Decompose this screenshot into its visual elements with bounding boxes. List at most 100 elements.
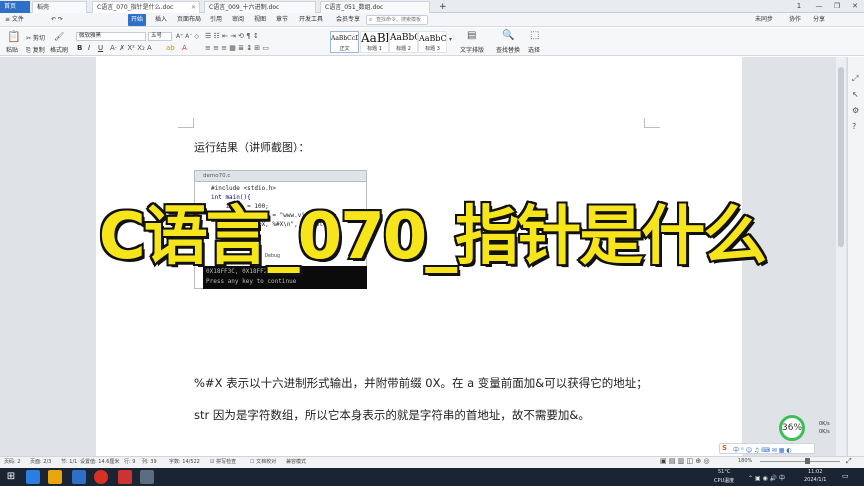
pointer-icon[interactable]: ↖ — [852, 91, 859, 99]
console-line: Press any key to continue — [206, 278, 297, 285]
bold-button[interactable]: B — [77, 44, 82, 52]
collapse-icon[interactable]: ⤢ — [852, 75, 858, 83]
menu-insert[interactable]: 插入 — [152, 14, 170, 26]
spell-check-label: 拼写检查 — [216, 459, 237, 465]
ime-tool-icons[interactable]: 中 ° ☺ ♫ ⌨ ✉ ▦ ◐ — [733, 445, 792, 454]
app-icon[interactable] — [94, 470, 108, 484]
scroll-thumb[interactable] — [838, 67, 844, 247]
menu-chapter[interactable]: 章节 — [273, 14, 291, 26]
zoom-level[interactable]: 180% — [738, 458, 752, 464]
font-effects-icon[interactable]: A· ✗ X² X₂ A — [110, 44, 152, 52]
body-paragraph: %#X 表示以十六进制形式输出，并附带前缀 0X。在 a 变量前面加&可以获得它… — [194, 376, 648, 390]
input-method-toolbar[interactable]: S 中 ° ☺ ♫ ⌨ ✉ ▦ ◐ — [719, 443, 815, 454]
menu-developer[interactable]: 开发工具 — [296, 14, 326, 26]
list-indent-icons[interactable]: ☰ ☷ ⇤ ⇥ ⟲ ¶ ↕ — [205, 32, 259, 40]
view-mode-icons[interactable]: ▣ ▤ ▥ ◫ ⊕ ◎ — [660, 457, 710, 465]
text-layout-icon[interactable]: ▤ — [467, 31, 476, 41]
font-name-select[interactable]: 微软雅黑 — [76, 32, 146, 41]
menu-view[interactable]: 视图 — [251, 14, 269, 26]
sync-status[interactable]: 未同步 — [752, 14, 776, 26]
doc-check-button[interactable]: ☐ 文档校对 — [250, 458, 276, 465]
sogou-icon: S — [722, 444, 728, 452]
status-words[interactable]: 字数: 14/522 — [169, 458, 200, 465]
menu-references[interactable]: 引用 — [207, 14, 225, 26]
style-heading-3[interactable]: AaBbC 标题 3 — [418, 31, 447, 53]
font-size-select[interactable]: 五号 — [148, 32, 172, 41]
code-line: #include <stdio.h> — [211, 185, 277, 192]
windows-start-icon[interactable]: ⊞ — [4, 470, 18, 484]
body-paragraph: str 因为是字符数组，所以它本身表示的就是字符串的首地址，故不需要加&。 — [194, 408, 590, 422]
minimize-button[interactable]: — — [812, 1, 826, 12]
undo-icon[interactable]: ↶ ↷ — [48, 14, 66, 26]
status-row: 行: 9 — [124, 459, 136, 465]
brush-icon[interactable]: 🖌 — [54, 33, 64, 41]
tab-document[interactable]: C语言_009_十六进制.doc — [204, 1, 316, 13]
wps-icon[interactable] — [118, 470, 132, 484]
performance-gauge[interactable]: 36% — [779, 415, 805, 441]
style-normal[interactable]: AaBbCcDd 正文 — [330, 31, 359, 53]
collaborate-button[interactable]: 协作 — [786, 14, 804, 26]
style-name: 标题 2 — [396, 46, 411, 52]
style-preview: AaBl — [361, 32, 388, 45]
copy-button[interactable]: ⎘ 复制 — [26, 45, 45, 55]
tab-document-active[interactable]: C语言_070_指针是什么.doc ✕ — [92, 1, 200, 13]
menu-page-layout[interactable]: 页面布局 — [174, 14, 204, 26]
select-icon[interactable]: ⬚ — [530, 31, 539, 41]
zoom-fit-icon[interactable]: ⤢ — [846, 457, 852, 466]
badge-icon[interactable]: 1 — [792, 1, 806, 12]
vertical-scrollbar[interactable] — [836, 57, 846, 456]
share-button[interactable]: 分享 — [810, 14, 828, 26]
clock-date[interactable]: 2024/1/1 — [804, 477, 826, 483]
style-heading-1[interactable]: AaBl 标题 1 — [360, 31, 389, 53]
zoom-slider[interactable] — [760, 461, 840, 462]
command-search-input[interactable]: ⌕ 查找命令、搜索模板 — [366, 15, 428, 25]
folder-icon[interactable] — [48, 470, 62, 484]
right-side-panel: ⤢ ↖ ⚙ ? — [847, 57, 864, 456]
highlight-icon[interactable]: ab — [166, 44, 175, 52]
new-tab-button[interactable]: + — [435, 1, 451, 13]
menu-file[interactable]: ≡ 文件 — [2, 14, 27, 26]
font-color-icon[interactable]: A — [182, 44, 187, 52]
underline-button[interactable]: U — [98, 44, 103, 52]
clock-time[interactable]: 11:02 — [808, 469, 822, 475]
italic-button[interactable]: I — [88, 44, 90, 52]
doc-check-label: 文档校对 — [256, 459, 277, 465]
app-icon[interactable] — [26, 470, 40, 484]
tab-document[interactable]: C语言_051_数组.doc — [320, 1, 430, 13]
status-section: 节: 1/1 — [61, 459, 78, 465]
cut-button[interactable]: ✂ 剪切 — [26, 33, 45, 42]
settings-icon[interactable]: ⚙ — [852, 107, 859, 115]
find-replace-button[interactable]: 查找替换 — [496, 45, 520, 54]
align-icons[interactable]: ≡ ≡ ≡ ▦ ≣ ↨ ⊞ ▭ — [205, 44, 269, 52]
maximize-button[interactable]: ❐ — [830, 1, 844, 12]
style-name: 标题 3 — [425, 46, 440, 52]
tab-home[interactable]: 首页 — [0, 1, 30, 13]
text-layout-button[interactable]: 文字排版 — [460, 45, 484, 54]
style-heading-2[interactable]: AaBbC 标题 2 — [389, 31, 418, 53]
format-painter-button[interactable]: 格式刷 — [50, 45, 68, 54]
spell-check-toggle[interactable]: ☑ 拼写检查 — [210, 458, 236, 465]
help-icon[interactable]: ? — [852, 123, 856, 131]
select-button[interactable]: 选择 — [528, 45, 540, 54]
video-title-overlay: C语言_070_指针是什么 — [97, 198, 770, 276]
paste-icon[interactable]: 📋 — [7, 31, 21, 42]
font-grow-shrink-icon[interactable]: A⁺ A⁻ ◇ — [176, 33, 199, 40]
tab-label: C语言_009_十六进制.doc — [209, 4, 280, 11]
close-window-button[interactable]: ✕ — [848, 1, 862, 12]
menu-member[interactable]: 会员专享 — [333, 14, 363, 26]
tab-label: C语言_070_指针是什么.doc — [97, 4, 174, 11]
app-icon[interactable] — [140, 470, 154, 484]
menu-review[interactable]: 审阅 — [229, 14, 247, 26]
app-icon[interactable] — [72, 470, 86, 484]
status-setting: 设置值: 14.6厘米 — [80, 459, 120, 465]
menu-home[interactable]: 开始 — [128, 14, 147, 26]
cpu-temp: 51°C — [718, 469, 731, 475]
tray-icons[interactable]: ⌃ ▣ ◉ 🔊 中 — [748, 473, 785, 482]
close-icon[interactable]: ✕ — [191, 2, 196, 13]
find-icon[interactable]: 🔍 — [502, 31, 514, 41]
paste-button[interactable]: 粘贴 — [6, 45, 18, 54]
zoom-slider-thumb[interactable] — [805, 458, 810, 464]
notification-icon[interactable]: ▭ — [842, 472, 849, 480]
styles-more-icon[interactable]: ▾ — [449, 36, 452, 44]
tab-docer[interactable]: 稻壳 — [32, 1, 87, 13]
